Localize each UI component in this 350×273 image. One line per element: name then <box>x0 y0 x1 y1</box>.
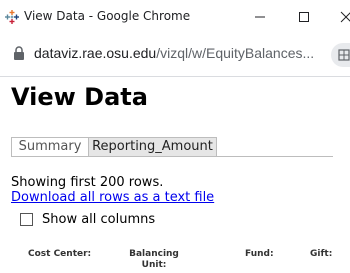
maximize-button[interactable] <box>289 4 319 30</box>
url-path: /vizql/w/EquityBalances... <box>156 45 315 61</box>
extension-button[interactable] <box>331 43 350 67</box>
window-title: View Data - Google Chrome <box>24 9 191 23</box>
column-header-gift[interactable]: Gift: <box>310 249 332 260</box>
close-button[interactable] <box>331 4 350 30</box>
column-header-fund[interactable]: Fund: <box>245 249 274 260</box>
lock-icon <box>14 46 24 60</box>
rows-info-text: Showing first 200 rows. <box>11 175 164 190</box>
extension-icon <box>338 49 350 61</box>
minimize-icon <box>255 16 265 18</box>
tableau-logo-icon <box>5 10 19 24</box>
tab-divider <box>11 156 333 157</box>
column-header-cost-center[interactable]: Cost Center: <box>28 249 91 260</box>
show-all-columns-label: Show all columns <box>42 212 156 227</box>
page-title: View Data <box>11 83 148 111</box>
maximize-icon <box>299 12 309 22</box>
url-host: dataviz.rae.osu.edu <box>34 45 157 61</box>
download-all-rows-link[interactable]: Download all rows as a text file <box>11 190 214 205</box>
show-all-columns-checkbox[interactable] <box>20 213 33 226</box>
minimize-button[interactable] <box>245 4 275 30</box>
window-titlebar: View Data - Google Chrome <box>0 0 350 34</box>
tab-reporting-amount[interactable]: Reporting_Amount <box>88 137 217 156</box>
address-bar[interactable]: dataviz.rae.osu.edu/vizql/w/EquityBalanc… <box>0 34 350 77</box>
tab-summary[interactable]: Summary <box>11 137 89 156</box>
url-text[interactable]: dataviz.rae.osu.edu/vizql/w/EquityBalanc… <box>34 45 314 61</box>
close-icon <box>340 11 350 23</box>
column-header-balancing-unit[interactable]: Balancing Unit: <box>127 249 181 271</box>
